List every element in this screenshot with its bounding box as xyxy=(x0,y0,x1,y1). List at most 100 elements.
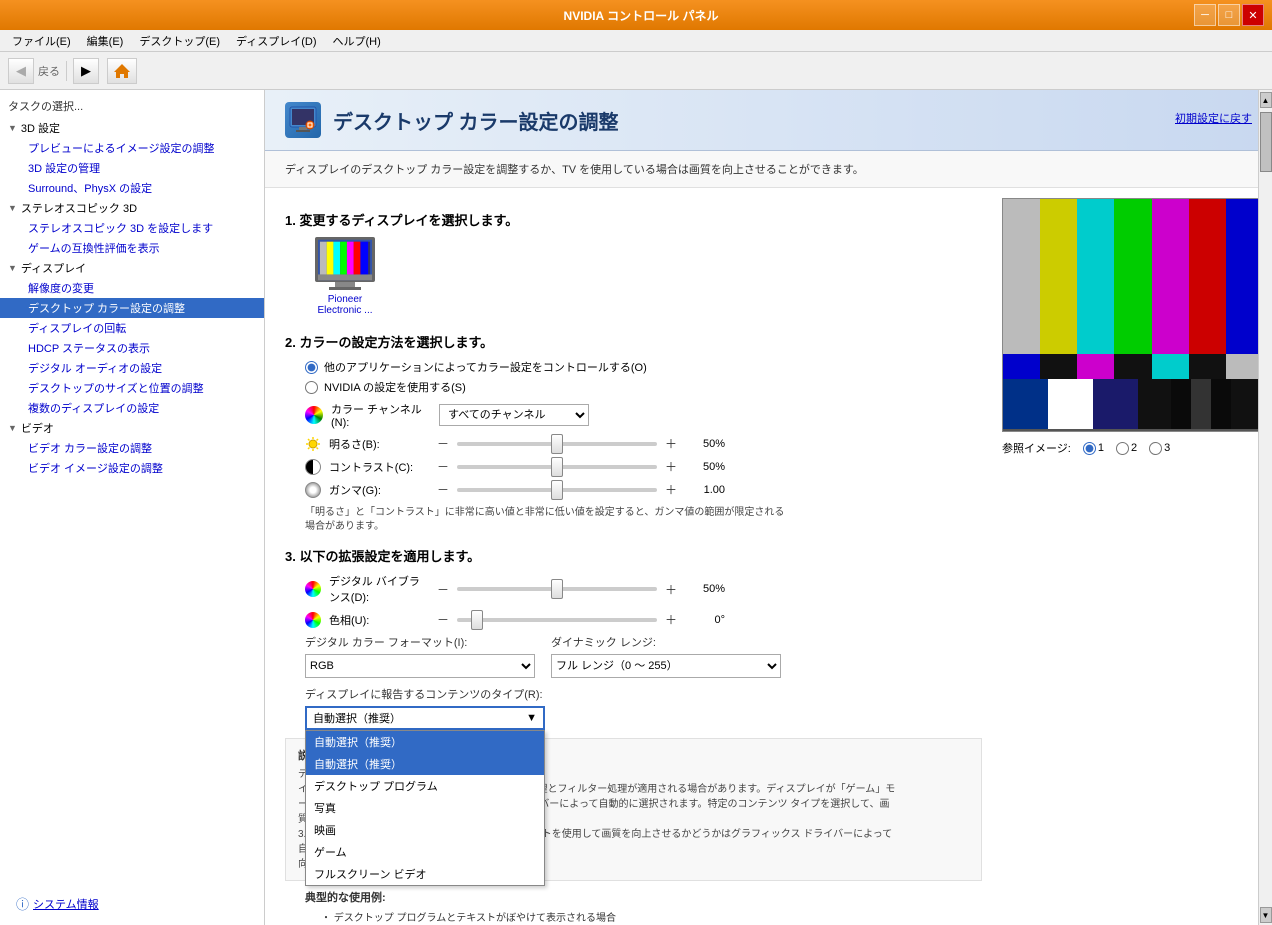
close-button[interactable]: ✕ xyxy=(1242,4,1264,26)
monitor-icon xyxy=(288,105,318,135)
contrast-thumb[interactable] xyxy=(551,457,563,477)
forward-button[interactable]: ▶ xyxy=(73,58,99,84)
sidebar-group-stereo[interactable]: ▼ ステレオスコピック 3D xyxy=(0,198,264,218)
gamma-label: ガンマ(G): xyxy=(329,482,429,498)
contrast-track[interactable] xyxy=(457,465,657,469)
channel-label: カラー チャンネル(N): xyxy=(331,401,431,429)
system-info-container: ⓘ システム情報 xyxy=(8,892,107,915)
gbar-black2 xyxy=(1114,354,1151,379)
ref-radio-1[interactable]: 1 xyxy=(1083,442,1104,455)
dynamic-range-label: ダイナミック レンジ: xyxy=(551,634,781,650)
hue-track[interactable] xyxy=(457,618,657,622)
content-type-dropdown[interactable]: 自動選択（推奨） ▼ 自動選択（推奨） 自動選択（推奨） デスクトップ プログラ… xyxy=(305,706,545,730)
brightness-thumb[interactable] xyxy=(551,434,563,454)
ref-radio-3[interactable]: 3 xyxy=(1149,442,1170,455)
bottom-bars xyxy=(1003,379,1263,429)
radio-nvidia-control[interactable]: NVIDIA の設定を使用する(S) xyxy=(305,379,982,395)
sidebar-item-audio[interactable]: デジタル オーディオの設定 xyxy=(0,358,264,378)
hue-thumb[interactable] xyxy=(471,610,483,630)
menu-display[interactable]: ディスプレイ(D) xyxy=(228,31,325,51)
sidebar-group-display[interactable]: ▼ ディスプレイ xyxy=(0,258,264,278)
dropdown-option-auto-highlight[interactable]: 自動選択（推奨） xyxy=(306,753,544,775)
home-icon xyxy=(113,62,131,80)
format-select[interactable]: RGB YCbCr444 YCbCr422 xyxy=(305,654,535,678)
sidebar-group-display-label: ディスプレイ xyxy=(21,260,86,276)
hue-label: 色相(U): xyxy=(329,612,429,628)
vibrance-track[interactable] xyxy=(457,587,657,591)
sidebar-item-preview[interactable]: プレビューによるイメージ設定の調整 xyxy=(0,138,264,158)
vibrance-row: デジタル バイブランス(D): － ＋ 50% xyxy=(305,573,982,605)
dropdown-option-desktop[interactable]: デスクトップ プログラム xyxy=(306,775,544,797)
menu-help[interactable]: ヘルプ(H) xyxy=(325,31,389,51)
sidebar-item-desktop-color[interactable]: デスクトップ カラー設定の調整 xyxy=(0,298,264,318)
sidebar-group-video[interactable]: ▼ ビデオ xyxy=(0,418,264,438)
menu-file[interactable]: ファイル(E) xyxy=(4,31,79,51)
brightness-plus: ＋ xyxy=(665,435,677,452)
bbar-white xyxy=(1048,379,1093,429)
back-button[interactable]: ◀ xyxy=(8,58,34,84)
gamma-track[interactable] xyxy=(457,488,657,492)
scroll-up-button[interactable]: ▲ xyxy=(1260,92,1272,108)
gamma-thumb[interactable] xyxy=(551,480,563,500)
sidebar-item-desktop-size[interactable]: デスクトップのサイズと位置の調整 xyxy=(0,378,264,398)
menu-desktop[interactable]: デスクトップ(E) xyxy=(131,31,228,51)
system-info-label[interactable]: システム情報 xyxy=(33,896,99,912)
sidebar-item-rotation[interactable]: ディスプレイの回転 xyxy=(0,318,264,338)
sidebar-item-hdcp[interactable]: HDCP ステータスの表示 xyxy=(0,338,264,358)
ref-radio-3-input[interactable] xyxy=(1149,442,1162,455)
ref-radio-2-input[interactable] xyxy=(1116,442,1129,455)
sidebar-item-surround[interactable]: Surround、PhysX の設定 xyxy=(0,178,264,198)
system-info-link[interactable]: ⓘ システム情報 xyxy=(8,892,107,915)
sidebar-item-multi-display[interactable]: 複数のディスプレイの設定 xyxy=(0,398,264,418)
dropdown-option-game[interactable]: ゲーム xyxy=(306,841,544,863)
sidebar-item-video-color[interactable]: ビデオ カラー設定の調整 xyxy=(0,438,264,458)
ref-radio-2[interactable]: 2 xyxy=(1116,442,1137,455)
system-info-icon: ⓘ xyxy=(16,894,29,913)
dynamic-range-select[interactable]: フル レンジ（0 〜 255） 制限レンジ（16 〜 235） xyxy=(551,654,781,678)
dropdown-trigger[interactable]: 自動選択（推奨） ▼ xyxy=(305,706,545,730)
sidebar-item-game-compat[interactable]: ゲームの互換性評価を表示 xyxy=(0,238,264,258)
restore-button[interactable]: □ xyxy=(1218,4,1240,26)
brightness-track[interactable] xyxy=(457,442,657,446)
sidebar-group-3d[interactable]: ▼ 3D 設定 xyxy=(0,118,264,138)
ref-label: 参照イメージ: xyxy=(1002,440,1071,456)
sidebar-item-3d-manage[interactable]: 3D 設定の管理 xyxy=(0,158,264,178)
radio-app-control[interactable]: 他のアプリケーションによってカラー設定をコントロールする(O) xyxy=(305,359,982,375)
dropdown-arrow-icon: ▼ xyxy=(526,712,537,724)
ref-radio-1-label: 1 xyxy=(1098,442,1104,454)
monitor-selector[interactable]: Pioneer Electronic ... xyxy=(305,237,385,316)
scroll-down-button[interactable]: ▼ xyxy=(1260,907,1272,923)
radio-nvidia-control-input[interactable] xyxy=(305,381,318,394)
vibrance-thumb[interactable] xyxy=(551,579,563,599)
ref-radio-1-input[interactable] xyxy=(1083,442,1096,455)
channel-select[interactable]: すべてのチャンネル xyxy=(439,404,589,426)
dropdown-option-photo[interactable]: 写真 xyxy=(306,797,544,819)
minimize-button[interactable]: ─ xyxy=(1194,4,1216,26)
bbar-near-black1 xyxy=(1171,379,1191,429)
menu-edit[interactable]: 編集(E) xyxy=(79,31,132,51)
content-main: 1. 変更するディスプレイを選択します。 xyxy=(265,188,1002,925)
sidebar-item-video-image[interactable]: ビデオ イメージ設定の調整 xyxy=(0,458,264,478)
dynamic-range-group: ダイナミック レンジ: フル レンジ（0 〜 255） 制限レンジ（16 〜 2… xyxy=(551,634,781,678)
hue-minus: － xyxy=(437,611,449,628)
contrast-label: コントラスト(C): xyxy=(329,459,429,475)
sidebar-item-stereo-setup[interactable]: ステレオスコピック 3D を設定します xyxy=(0,218,264,238)
dropdown-option-fullscreen[interactable]: フルスクリーン ビデオ xyxy=(306,863,544,885)
scrollbar-vertical[interactable]: ▲ ▼ xyxy=(1258,90,1272,925)
radio-app-control-input[interactable] xyxy=(305,361,318,374)
scroll-thumb[interactable] xyxy=(1260,112,1272,172)
sidebar-group-stereo-label: ステレオスコピック 3D xyxy=(21,200,137,216)
vibrance-value: 50% xyxy=(685,583,725,595)
content-icon xyxy=(285,102,321,138)
main-layout: タスクの選択... ▼ 3D 設定 プレビューによるイメージ設定の調整 3D 設… xyxy=(0,90,1272,925)
dropdown-option-auto[interactable]: 自動選択（推奨） xyxy=(306,731,544,753)
gamma-icon xyxy=(305,482,321,498)
home-button[interactable] xyxy=(107,58,137,84)
expand-icon-stereo: ▼ xyxy=(8,203,17,213)
reset-link[interactable]: 初期設定に戻す xyxy=(1175,110,1252,126)
back-label: 戻る xyxy=(38,63,60,79)
sidebar-item-resolution[interactable]: 解像度の変更 xyxy=(0,278,264,298)
contrast-icon xyxy=(305,459,321,475)
dropdown-option-movie[interactable]: 映画 xyxy=(306,819,544,841)
brightness-value: 50% xyxy=(685,438,725,450)
